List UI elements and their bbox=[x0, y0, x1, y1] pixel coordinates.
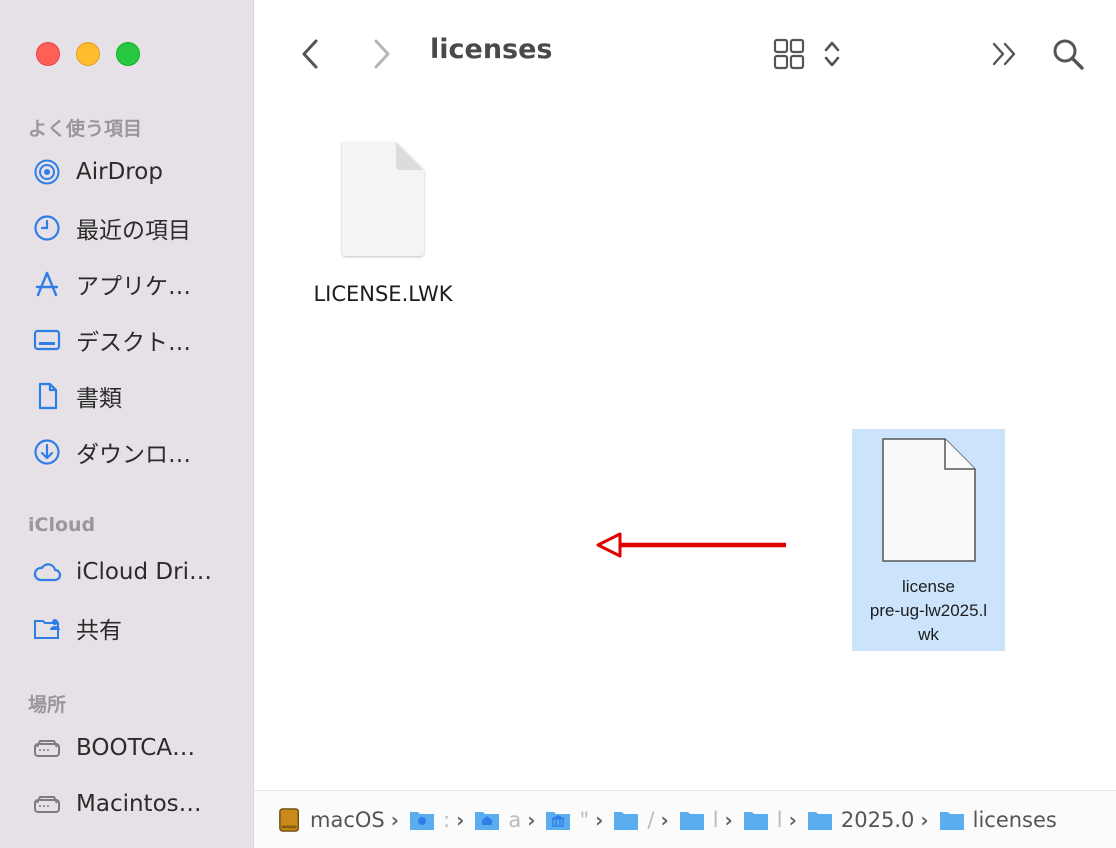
path-crumb-label: : bbox=[442, 807, 451, 832]
path-crumb-licenses[interactable]: licenses bbox=[939, 808, 1057, 832]
sidebar-item-shared[interactable]: 共有 bbox=[30, 608, 250, 648]
up-down-chevron-icon bbox=[824, 41, 840, 67]
file-item-license-pre-ug[interactable]: license pre-ug-lw2025.l wk bbox=[852, 429, 1005, 651]
sidebar-item-macintosh[interactable]: Macintos… bbox=[30, 784, 250, 824]
grid-view-icon bbox=[773, 38, 805, 70]
sidebar: よく使う項目 AirDrop 最近の項目 アプリケ… デスクト… 書類 ダウンロ… bbox=[0, 0, 254, 848]
drag-arrow-annotation bbox=[596, 532, 786, 558]
sidebar-item-documents[interactable]: 書類 bbox=[30, 376, 250, 416]
path-crumb-user[interactable]: : bbox=[409, 808, 450, 832]
path-separator: › bbox=[595, 807, 604, 832]
file-item-license-lwk[interactable]: LICENSE.LWK bbox=[298, 138, 468, 308]
sidebar-item-downloads[interactable]: ダウンロ… bbox=[30, 432, 250, 472]
chevron-left-icon bbox=[302, 39, 318, 69]
sidebar-item-desktop[interactable]: デスクト… bbox=[30, 320, 250, 360]
folder-icon bbox=[614, 811, 639, 830]
path-crumb-folder[interactable]: l bbox=[743, 808, 783, 832]
window-controls bbox=[36, 42, 140, 66]
applications-icon bbox=[30, 267, 64, 301]
disk-icon bbox=[30, 787, 64, 821]
zoom-button[interactable] bbox=[116, 42, 140, 66]
search-icon bbox=[1053, 39, 1084, 70]
file-name-line: wk bbox=[918, 625, 939, 644]
sidebar-item-bootcamp[interactable]: BOOTCA… bbox=[30, 728, 250, 768]
folder-icon bbox=[807, 811, 832, 830]
path-crumb-home[interactable]: a bbox=[474, 808, 521, 832]
chevron-right-icon bbox=[374, 39, 390, 69]
path-separator: › bbox=[527, 807, 536, 832]
document-icon bbox=[30, 379, 64, 413]
folder-icon bbox=[743, 811, 768, 830]
double-chevron-icon bbox=[992, 42, 1016, 66]
path-crumb-library[interactable]: " bbox=[545, 808, 589, 832]
path-separator: › bbox=[920, 807, 929, 832]
folder-icon bbox=[939, 811, 964, 830]
sidebar-item-applications[interactable]: アプリケ… bbox=[30, 264, 250, 304]
sidebar-item-label: 書類 bbox=[76, 386, 122, 412]
disk-icon bbox=[30, 731, 64, 765]
path-crumb-label: licenses bbox=[972, 807, 1057, 832]
path-crumb-folder[interactable]: l bbox=[679, 808, 719, 832]
locations-section-title: 場所 bbox=[28, 694, 67, 716]
file-browser-content: LICENSE.LWK license pre-ug-lw2025.l wk bbox=[254, 104, 1116, 790]
minimize-button[interactable] bbox=[76, 42, 100, 66]
icloud-section-title: iCloud bbox=[28, 514, 96, 536]
desktop-icon bbox=[30, 323, 64, 357]
path-crumb-label: l bbox=[712, 807, 719, 832]
path-bar: macOS › : › a › " › / › l › l › 2025.0 ›… bbox=[254, 790, 1116, 848]
path-crumb-label: macOS bbox=[310, 807, 385, 832]
library-folder-icon bbox=[546, 811, 571, 830]
generic-document-icon bbox=[342, 142, 424, 256]
path-crumb-macos[interactable]: macOS bbox=[278, 806, 385, 834]
sidebar-item-recents[interactable]: 最近の項目 bbox=[30, 208, 250, 248]
view-options-button[interactable] bbox=[820, 36, 844, 72]
sidebar-item-label: BOOTCA… bbox=[76, 735, 196, 761]
sidebar-item-airdrop[interactable]: AirDrop bbox=[30, 152, 250, 192]
path-crumb-label: 2025.0 bbox=[840, 807, 915, 832]
drive-icon bbox=[279, 807, 299, 832]
path-crumb-label: l bbox=[776, 807, 783, 832]
clock-icon bbox=[30, 211, 64, 245]
path-crumb-label: / bbox=[647, 807, 655, 832]
sidebar-item-label: アプリケ… bbox=[76, 274, 191, 300]
favorites-section-title: よく使う項目 bbox=[28, 118, 143, 140]
path-crumb-folder[interactable]: / bbox=[613, 808, 654, 832]
user-folder-icon bbox=[409, 811, 434, 830]
sidebar-item-icloud-drive[interactable]: iCloud Dri… bbox=[30, 552, 250, 592]
forward-button[interactable] bbox=[366, 34, 398, 74]
airdrop-icon bbox=[30, 155, 64, 189]
back-button[interactable] bbox=[294, 34, 326, 74]
sidebar-item-label: AirDrop bbox=[76, 159, 163, 185]
sidebar-item-label: iCloud Dri… bbox=[76, 559, 212, 585]
sidebar-item-label: Macintos… bbox=[76, 791, 202, 817]
search-button[interactable] bbox=[1050, 36, 1086, 72]
toolbar: licenses bbox=[254, 0, 1116, 104]
finder-window: よく使う項目 AirDrop 最近の項目 アプリケ… デスクト… 書類 ダウンロ… bbox=[0, 0, 1116, 848]
path-separator: › bbox=[788, 807, 797, 832]
path-separator: › bbox=[724, 807, 733, 832]
file-name-line: pre-ug-lw2025.l bbox=[869, 601, 988, 620]
home-folder-icon bbox=[475, 811, 500, 830]
file-name: LICENSE.LWK bbox=[313, 282, 453, 306]
file-name-line: license bbox=[902, 577, 955, 596]
sidebar-item-label: 共有 bbox=[76, 618, 122, 644]
path-separator: › bbox=[456, 807, 465, 832]
sidebar-item-label: 最近の項目 bbox=[76, 218, 191, 244]
download-icon bbox=[30, 435, 64, 469]
sidebar-item-label: デスクト… bbox=[76, 330, 191, 356]
close-button[interactable] bbox=[36, 42, 60, 66]
path-crumb-label: a bbox=[508, 807, 522, 832]
path-crumb-2025[interactable]: 2025.0 bbox=[807, 808, 914, 832]
path-separator: › bbox=[390, 807, 399, 832]
window-title: licenses bbox=[430, 34, 553, 65]
more-toolbar-button[interactable] bbox=[988, 38, 1022, 70]
sidebar-item-label: ダウンロ… bbox=[76, 442, 191, 468]
shared-folder-icon bbox=[30, 611, 64, 645]
cloud-icon bbox=[30, 555, 64, 589]
path-crumb-label: " bbox=[579, 807, 590, 832]
folder-icon bbox=[679, 811, 704, 830]
view-mode-button[interactable] bbox=[772, 36, 806, 72]
path-separator: › bbox=[660, 807, 669, 832]
generic-document-icon bbox=[882, 438, 976, 562]
